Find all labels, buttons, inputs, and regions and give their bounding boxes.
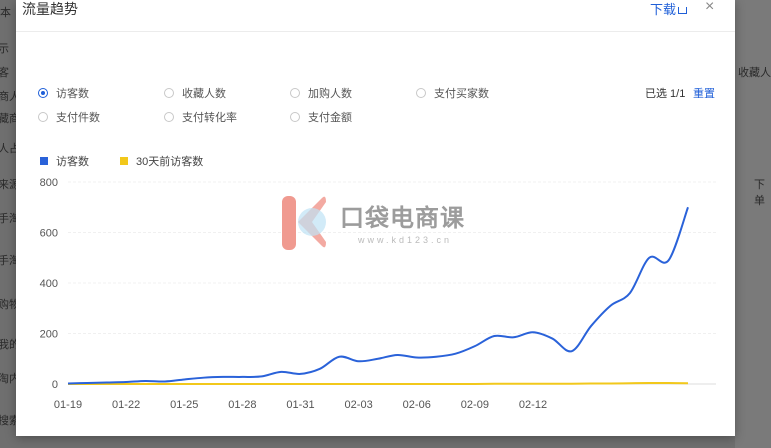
watermark-text: 口袋电商课 xyxy=(340,205,465,232)
x-tick-label: 01-28 xyxy=(228,399,256,411)
x-tick-label: 01-31 xyxy=(286,399,314,411)
y-tick-label: 400 xyxy=(40,278,58,290)
y-tick-label: 0 xyxy=(52,379,58,391)
y-tick-label: 800 xyxy=(40,177,58,189)
watermark-url: www.kd123.cn xyxy=(358,235,453,245)
background-fragment: 客 xyxy=(0,67,9,79)
traffic-trend-dialog: 流量趋势 下载 × 访客数 收藏人数 加购人数 支付买家数 支付件数 支付转化率… xyxy=(16,0,735,436)
series-line xyxy=(67,381,689,386)
background-fragment: 收藏人 xyxy=(738,67,771,79)
x-tick-label: 02-06 xyxy=(403,399,431,411)
background-fragment: 示 xyxy=(0,43,9,55)
background-fragment: 本 xyxy=(0,7,11,19)
x-tick-label: 01-25 xyxy=(170,399,198,411)
background-fragment: 下单 xyxy=(754,179,765,207)
x-tick-label: 01-22 xyxy=(112,399,140,411)
series-line xyxy=(67,206,689,385)
x-tick-label: 01-19 xyxy=(54,399,82,411)
y-tick-label: 200 xyxy=(40,329,58,341)
x-tick-label: 02-09 xyxy=(461,399,489,411)
y-tick-label: 600 xyxy=(40,228,58,240)
watermark-logo xyxy=(282,196,326,250)
x-tick-label: 02-03 xyxy=(345,399,373,411)
x-tick-label: 02-12 xyxy=(519,399,547,411)
